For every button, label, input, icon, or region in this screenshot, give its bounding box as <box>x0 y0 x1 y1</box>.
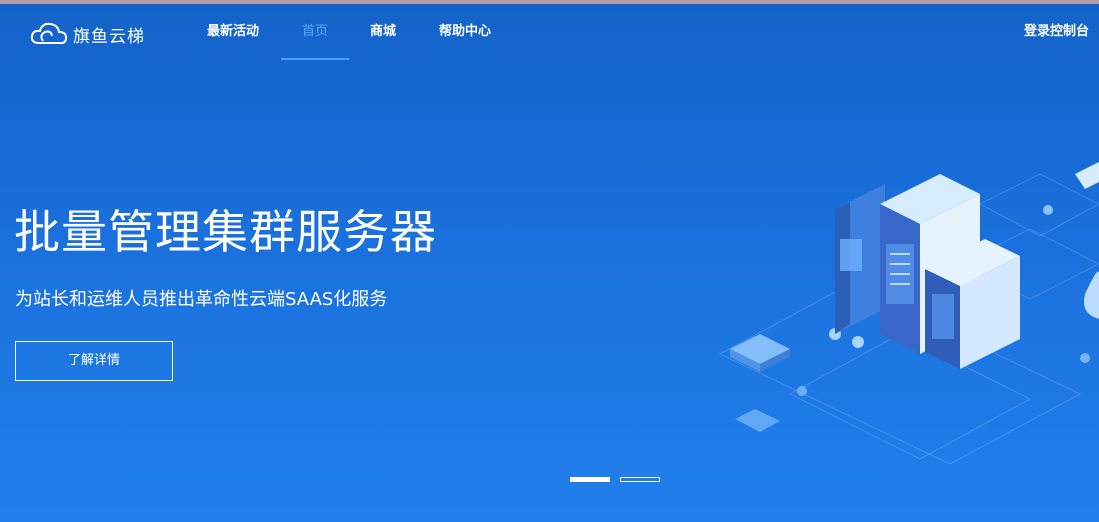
hero-banner <box>0 4 1099 522</box>
brand-logo[interactable]: 旗鱼云梯 <box>29 18 145 50</box>
carousel-dot-1[interactable] <box>570 477 610 482</box>
top-navbar: 旗鱼云梯 最新活动 首页 商城 帮助中心 登录控制台 <box>0 4 1099 60</box>
server-cluster-illustration <box>718 162 1099 464</box>
nav-item-store[interactable]: 商城 <box>367 4 399 60</box>
cloud-logo-icon <box>30 22 68 45</box>
brand-name: 旗鱼云梯 <box>73 26 145 47</box>
login-console-link[interactable]: 登录控制台 <box>1024 4 1089 60</box>
learn-more-button[interactable]: 了解详情 <box>15 341 173 381</box>
hero-subtitle: 为站长和运维人员推出革命性云端SAAS化服务 <box>15 289 388 310</box>
nav-item-help-center[interactable]: 帮助中心 <box>435 4 495 60</box>
nav-item-home[interactable]: 首页 <box>281 4 349 60</box>
hero-title: 批量管理集群服务器 <box>14 205 437 259</box>
nav-item-latest-activity[interactable]: 最新活动 <box>203 4 263 60</box>
carousel-dot-2[interactable] <box>620 477 660 482</box>
